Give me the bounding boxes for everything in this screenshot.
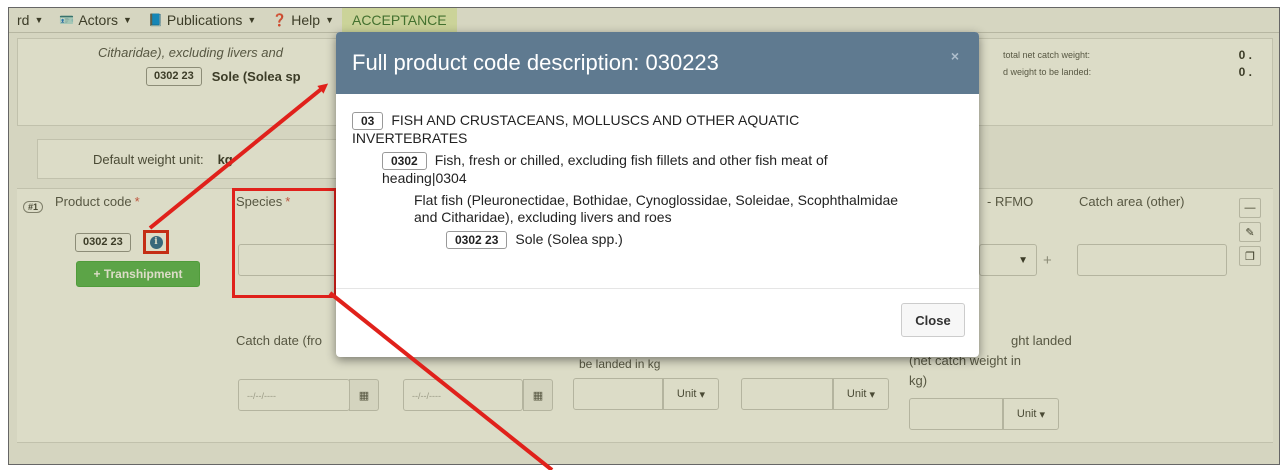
annotation-arrow-from-species — [328, 291, 554, 470]
annotation-arrow-to-title — [148, 83, 329, 230]
annotation-arrows — [148, 83, 554, 470]
